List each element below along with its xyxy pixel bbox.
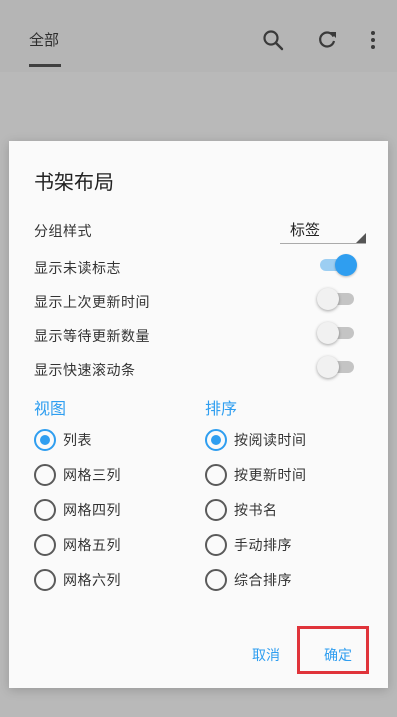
toggle-last-update[interactable] [317, 288, 357, 310]
toggle-label-pending-count: 显示等待更新数量 [34, 329, 150, 345]
sort-section-heading: 排序 [205, 399, 238, 418]
app-bar: 全部 [0, 0, 397, 72]
tab-all[interactable]: 全部 [29, 29, 59, 50]
search-icon[interactable] [261, 28, 285, 52]
radio-icon [34, 569, 56, 591]
group-style-select[interactable]: 标签 [280, 217, 366, 244]
radio-checked-icon [34, 429, 56, 451]
radio-icon [205, 569, 227, 591]
bookshelf-layout-dialog: 书架布局 分组样式 标签 显示未读标志 显示上次更新时间 显示等待更新数量 显示… [9, 141, 388, 688]
toggle-unread[interactable] [317, 254, 357, 276]
radio-icon [34, 534, 56, 556]
toggle-label-fast-scroll: 显示快速滚动条 [34, 363, 136, 379]
more-vert-icon[interactable] [361, 28, 385, 52]
dialog-title: 书架布局 [34, 170, 114, 194]
group-style-value: 标签 [290, 221, 321, 239]
toggle-label-unread: 显示未读标志 [34, 261, 121, 277]
radio-icon [205, 464, 227, 486]
group-style-label: 分组样式 [34, 224, 92, 240]
tab-indicator [29, 64, 61, 67]
toggle-label-last-update: 显示上次更新时间 [34, 295, 150, 311]
radio-icon [34, 499, 56, 521]
toggle-fast-scroll[interactable] [317, 356, 357, 378]
radio-icon [205, 499, 227, 521]
radio-checked-icon [205, 429, 227, 451]
refresh-icon[interactable] [315, 28, 339, 52]
radio-icon [205, 534, 227, 556]
confirm-highlight-box [297, 626, 369, 674]
view-section-heading: 视图 [34, 399, 67, 418]
toggle-pending-count[interactable] [317, 322, 357, 344]
cancel-button[interactable]: 取消 [252, 645, 280, 665]
radio-icon [34, 464, 56, 486]
dropdown-arrow-icon [356, 233, 366, 243]
